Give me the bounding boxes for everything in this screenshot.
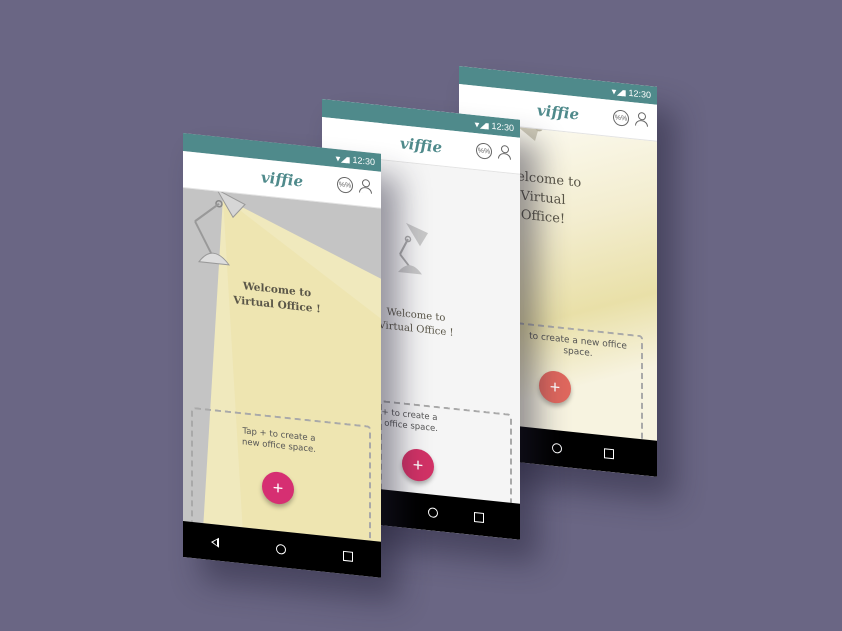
recent-apps-icon[interactable] [342,550,353,562]
recent-apps-icon[interactable] [604,448,615,460]
recent-apps-icon[interactable] [474,511,484,524]
desk-lamp-illustration [392,219,442,284]
back-button-icon[interactable] [211,536,220,548]
app-logo: viffie [399,134,443,157]
status-time: 12:30 [491,120,514,134]
phone-screen-1: ▼◢▮ 12:30 viffie %% Welcome to Virtual O… [183,133,381,578]
wifi-percent-icon[interactable]: %% [476,142,492,160]
status-time: 12:30 [628,87,651,101]
user-settings-icon[interactable] [359,178,373,193]
home-button-icon[interactable] [275,543,286,555]
mockup-stage: ▼◢▮ 12:30 viffie %% Welcome to Virtual O… [0,0,842,631]
wifi-percent-icon[interactable]: %% [613,109,629,127]
status-time: 12:30 [352,154,375,168]
signal-icon: ▼◢▮ [333,153,350,164]
app-logo: viffie [260,168,304,191]
wifi-percent-icon[interactable]: %% [337,176,353,194]
signal-icon: ▼◢▮ [609,86,626,97]
user-settings-icon[interactable] [635,111,649,126]
home-button-icon[interactable] [551,442,562,454]
user-settings-icon[interactable] [498,144,512,159]
signal-icon: ▼◢▮ [472,119,489,130]
desk-lamp-illustration [189,188,249,281]
home-button-icon[interactable] [428,507,438,519]
app-logo: viffie [536,101,580,124]
